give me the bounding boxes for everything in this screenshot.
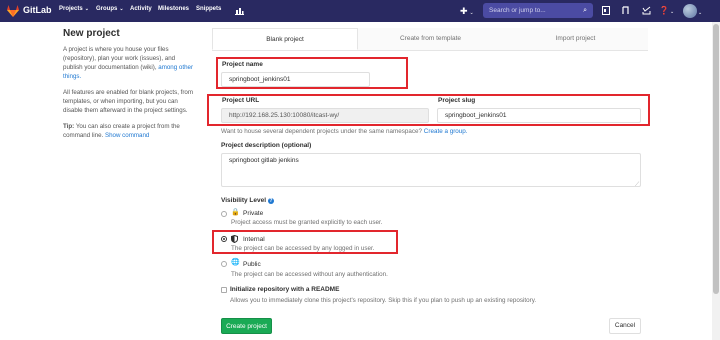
nav-projects[interactable]: Projects ⌄ — [59, 6, 89, 12]
visibility-public-desc: The project can be accessed without any … — [231, 271, 388, 278]
visibility-public-radio[interactable] — [221, 261, 227, 267]
namespace-help: Want to house several dependent projects… — [221, 128, 468, 135]
scrollbar-thumb[interactable] — [713, 24, 719, 294]
intro-paragraph: A project is where you house your files … — [63, 45, 193, 81]
nav-groups[interactable]: Groups ⌄ — [96, 6, 124, 12]
tab-import-project[interactable]: Import project — [503, 28, 648, 50]
init-readme-checkbox[interactable] — [221, 287, 227, 293]
visibility-label: Visibility Level ? — [221, 197, 274, 204]
todo-icon[interactable] — [642, 6, 651, 15]
visibility-public-label[interactable]: Public — [243, 261, 261, 268]
description-textarea[interactable]: springboot gitlab jenkins — [221, 153, 641, 187]
nav-milestones[interactable]: Milestones — [158, 6, 189, 12]
tab-blank-project[interactable]: Blank project — [212, 28, 358, 50]
nav-projects-label: Projects — [59, 6, 83, 12]
highlight-box-internal — [212, 230, 398, 254]
visibility-label-text: Visibility Level — [221, 197, 267, 204]
brand-name[interactable]: GitLab — [23, 5, 52, 15]
globe-icon: 🌐 — [231, 259, 240, 266]
visibility-private-desc: Project access must be granted explicitl… — [231, 219, 383, 226]
plus-icon[interactable]: ✚ ⌄ — [460, 4, 474, 20]
chevron-down-icon[interactable]: ⌄ — [698, 6, 702, 20]
visibility-private-label[interactable]: Private — [243, 210, 263, 217]
tab-create-from-template[interactable]: Create from template — [358, 28, 503, 50]
chevron-down-icon: ⌄ — [119, 6, 124, 12]
avatar[interactable] — [683, 4, 697, 18]
merge-request-icon[interactable] — [622, 6, 630, 15]
namespace-help-text: Want to house several dependent projects… — [221, 128, 424, 135]
resize-handle-icon[interactable]: ⟋ — [635, 182, 639, 189]
description-label: Project description (optional) — [221, 142, 312, 149]
visibility-private-radio[interactable] — [221, 211, 227, 217]
create-group-link[interactable]: Create a group. — [424, 128, 468, 135]
chevron-down-icon: ⌄ — [84, 6, 89, 12]
nav-milestones-label: Milestones — [158, 6, 190, 12]
lock-icon: 🔒 — [231, 209, 240, 216]
page-title: New project — [63, 28, 120, 39]
search-icon: ⌕ — [583, 7, 587, 14]
search-placeholder: Search or jump to... — [489, 7, 546, 14]
features-paragraph: All features are enabled for blank proje… — [63, 89, 194, 114]
nav-groups-label: Groups — [96, 6, 118, 12]
gitlab-logo-icon[interactable] — [6, 4, 20, 18]
project-tabs: Blank project Create from template Impor… — [212, 28, 648, 51]
create-project-button[interactable]: Create project — [221, 318, 272, 334]
init-readme-label[interactable]: Initialize repository with a README — [230, 286, 339, 293]
nav-snippets[interactable]: Snippets — [196, 6, 221, 12]
init-readme-desc: Allows you to immediately clone this pro… — [230, 297, 537, 304]
search-input[interactable]: Search or jump to... ⌕ — [483, 3, 593, 18]
question-icon[interactable]: ? — [267, 198, 274, 204]
highlight-box-project-name — [216, 57, 408, 89]
help-icon[interactable]: ❓⌄ — [659, 4, 674, 19]
sidebar-info: New project A project is where you house… — [63, 28, 193, 147]
tip-label: Tip: — [63, 123, 75, 130]
highlight-box-project-url — [207, 94, 650, 126]
nav-activity[interactable]: Activity — [130, 6, 152, 12]
nav-activity-label: Activity — [130, 6, 152, 12]
chart-icon[interactable] — [235, 6, 244, 15]
show-command-link[interactable]: Show command — [105, 132, 149, 139]
issues-icon[interactable] — [602, 6, 610, 15]
cancel-button[interactable]: Cancel — [609, 318, 641, 334]
tip-paragraph: Tip: You can also create a project from … — [63, 122, 193, 140]
nav-snippets-label: Snippets — [196, 6, 222, 12]
